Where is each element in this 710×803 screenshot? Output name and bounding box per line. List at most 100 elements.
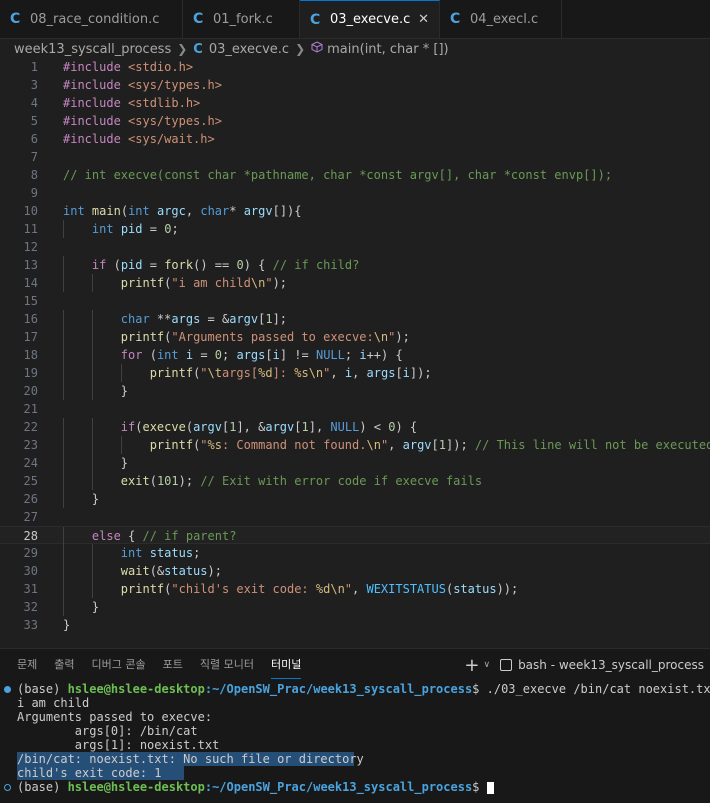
line-number[interactable]: 23	[0, 436, 38, 454]
code-line[interactable]: 27	[0, 508, 710, 526]
line-number[interactable]: 10	[0, 202, 38, 220]
code-line[interactable]: 12	[0, 238, 710, 256]
code-line[interactable]: 24 }	[0, 454, 710, 472]
close-icon[interactable]: ✕	[418, 12, 429, 27]
tab-label: 04_execl.c	[470, 11, 539, 27]
code-line[interactable]: 15	[0, 292, 710, 310]
code-line[interactable]: 28 else { // if parent?	[0, 526, 710, 545]
line-number[interactable]: 8	[0, 166, 38, 184]
line-number[interactable]: 32	[0, 598, 38, 616]
breadcrumb-symbol[interactable]: main(int, char * [])	[327, 42, 448, 57]
line-number[interactable]: 25	[0, 472, 38, 490]
editor-tab-bar: C 08_race_condition.c C 01_fork.c C 03_e…	[0, 0, 710, 39]
code-line[interactable]: 31 printf("child's exit code: %d\n", WEX…	[0, 580, 710, 598]
line-number[interactable]: 26	[0, 490, 38, 508]
code-line[interactable]: 7	[0, 148, 710, 166]
code-text: #include <sys/wait.h>	[63, 132, 215, 146]
tab-debug-console[interactable]: 디버그 콘솔	[92, 649, 146, 681]
code-line[interactable]: 16 char **args = &argv[1];	[0, 310, 710, 328]
line-number[interactable]: 9	[0, 184, 38, 202]
line-number[interactable]: 17	[0, 328, 38, 346]
code-line[interactable]: 30 wait(&status);	[0, 562, 710, 580]
add-terminal-icon[interactable]: +	[464, 655, 479, 676]
breadcrumb-file[interactable]: 03_execve.c	[209, 42, 289, 57]
code-line[interactable]: 32 }	[0, 598, 710, 616]
line-number[interactable]: 18	[0, 346, 38, 364]
code-line[interactable]: 17 printf("Arguments passed to execve:\n…	[0, 328, 710, 346]
line-number[interactable]: 22	[0, 418, 38, 436]
code-line[interactable]: 29 int status;	[0, 544, 710, 562]
tab-problems[interactable]: 문제	[17, 649, 37, 681]
line-number[interactable]: 28	[0, 527, 38, 545]
line-number[interactable]: 1	[0, 58, 38, 76]
line-number[interactable]: 4	[0, 94, 38, 112]
code-line[interactable]: 23 printf("%s: Command not found.\n", ar…	[0, 436, 710, 454]
line-number[interactable]: 12	[0, 238, 38, 256]
code-line[interactable]: 4 #include <stdlib.h>	[0, 94, 710, 112]
code-text: #include <stdlib.h>	[63, 96, 201, 110]
line-number[interactable]: 19	[0, 364, 38, 382]
code-text: #include <sys/types.h>	[63, 78, 222, 92]
line-number[interactable]: 16	[0, 310, 38, 328]
tab-ports[interactable]: 포트	[163, 649, 183, 681]
prompt-env: (base)	[17, 682, 68, 696]
code-line[interactable]: 19 printf("\targs[%d]: %s\n", i, args[i]…	[0, 364, 710, 382]
c-file-icon: C	[310, 11, 321, 28]
code-line[interactable]: 11 int pid = 0;	[0, 220, 710, 238]
code-line[interactable]: 25 exit(101); // Exit with error code if…	[0, 472, 710, 490]
line-number[interactable]: 20	[0, 382, 38, 400]
code-editor[interactable]: 1 #include <stdio.h> 3 #include <sys/types.…	[0, 58, 710, 643]
tab-output[interactable]: 출력	[54, 649, 74, 681]
terminal[interactable]: (base) hslee@hslee-desktop:~/OpenSW_Prac…	[0, 682, 710, 803]
tab-04-execl[interactable]: C 04_execl.c	[440, 0, 562, 38]
tab-label: 08_race_condition.c	[30, 11, 160, 27]
code-line[interactable]: 10 int main(int argc, char* argv[]){	[0, 202, 710, 220]
code-line[interactable]: 13 if (pid = fork() == 0) { // if child?	[0, 256, 710, 274]
line-number[interactable]: 11	[0, 220, 38, 238]
command-status-icon[interactable]	[4, 686, 11, 693]
code-line[interactable]: 9	[0, 184, 710, 202]
line-number[interactable]: 24	[0, 454, 38, 472]
line-number[interactable]: 29	[0, 544, 38, 562]
line-number[interactable]: 30	[0, 562, 38, 580]
chevron-down-icon[interactable]: ∨	[483, 660, 490, 670]
line-number[interactable]: 7	[0, 148, 38, 166]
line-number[interactable]: 14	[0, 274, 38, 292]
terminal-name[interactable]: bash - week13_syscall_process	[518, 658, 704, 672]
tab-serial-monitor[interactable]: 직렬 모니터	[200, 649, 254, 681]
command-status-icon[interactable]	[4, 784, 11, 791]
tab-terminal[interactable]: 터미널	[270, 649, 302, 681]
code-line[interactable]: 20 }	[0, 382, 710, 400]
symbol-method-icon	[311, 41, 323, 57]
line-number[interactable]: 13	[0, 256, 38, 274]
code-text: if (pid = fork() == 0) { // if child?	[91, 258, 360, 272]
code-line[interactable]: 8 // int execve(const char *pathname, cha…	[0, 166, 710, 184]
c-file-icon: C	[10, 11, 21, 27]
code-line[interactable]: 33}	[0, 616, 710, 634]
tab-03-execve[interactable]: C 03_execve.c ✕	[300, 0, 440, 38]
code-line[interactable]: 14 printf("i am child\n");	[0, 274, 710, 292]
code-line[interactable]: 5 #include <sys/types.h>	[0, 112, 710, 130]
code-text: #include <sys/types.h>	[63, 114, 222, 128]
code-text: else { // if parent?	[91, 529, 237, 543]
code-line[interactable]: 26 }	[0, 490, 710, 508]
code-line[interactable]: 18 for (int i = 0; args[i] != NULL; i++)…	[0, 346, 710, 364]
line-number[interactable]: 33	[0, 616, 38, 634]
code-line[interactable]: 3 #include <sys/types.h>	[0, 76, 710, 94]
breadcrumb-folder[interactable]: week13_syscall_process	[14, 42, 171, 57]
code-line[interactable]: 22 if(execve(argv[1], &argv[1], NULL) < …	[0, 418, 710, 436]
line-number[interactable]: 15	[0, 292, 38, 310]
tab-08-race-condition[interactable]: C 08_race_condition.c	[0, 0, 183, 38]
code-line[interactable]: 1 #include <stdio.h>	[0, 58, 710, 76]
line-number[interactable]: 31	[0, 580, 38, 598]
line-number[interactable]: 3	[0, 76, 38, 94]
tab-01-fork[interactable]: C 01_fork.c	[183, 0, 300, 38]
code-line[interactable]: 6 #include <sys/wait.h>	[0, 130, 710, 148]
code-text: int status;	[120, 546, 201, 560]
line-number[interactable]: 27	[0, 508, 38, 526]
code-text: if(execve(argv[1], &argv[1], NULL) < 0) …	[120, 420, 418, 434]
line-number[interactable]: 5	[0, 112, 38, 130]
code-line[interactable]: 21	[0, 400, 710, 418]
line-number[interactable]: 6	[0, 130, 38, 148]
line-number[interactable]: 21	[0, 400, 38, 418]
